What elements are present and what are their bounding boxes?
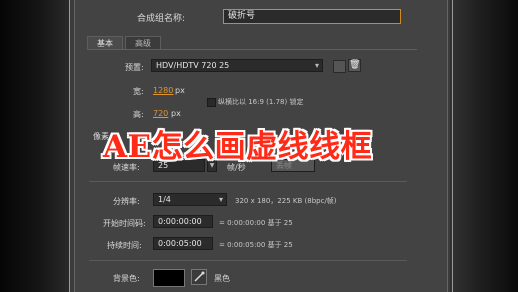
trash-icon[interactable]: 🗑 — [348, 59, 361, 72]
width-value[interactable]: 1280 — [153, 86, 173, 95]
resolution-select[interactable]: 1/4 ▾ — [153, 193, 227, 206]
tab-advanced[interactable]: 高级 — [125, 36, 161, 49]
tab-underline — [87, 49, 417, 50]
overlay-title: AE怎么画虚线线框 — [103, 129, 373, 165]
start-timecode-input[interactable]: 0:00:00:00 — [153, 215, 213, 228]
chevron-down-icon: ▾ — [218, 195, 223, 204]
resolution-value: 1/4 — [158, 195, 171, 204]
width-label: 宽: — [133, 87, 144, 96]
start-timecode-label: 开始时间码: — [103, 219, 146, 228]
frame-edge-left — [69, 0, 70, 292]
background-left — [0, 0, 70, 292]
preset-select[interactable]: HDV/HDTV 720 25 ▾ — [151, 59, 323, 72]
preset-label: 预置: — [125, 63, 144, 72]
duration-info: = 0:00:05:00 基于 25 — [219, 241, 293, 249]
duration-label: 持续时间: — [107, 241, 142, 250]
resolution-label: 分辨率: — [113, 197, 140, 206]
comp-name-input[interactable]: 破折号 — [223, 9, 401, 24]
background-right — [450, 0, 518, 292]
chevron-down-icon: ▾ — [314, 61, 319, 70]
height-value[interactable]: 720 — [153, 109, 168, 118]
resolution-info: 320 x 180，225 KB (8bpc/帧) — [235, 197, 337, 205]
lock-aspect-label: 纵横比以 16:9 (1.78) 锁定 — [218, 98, 304, 106]
height-label: 高: — [133, 110, 144, 119]
width-unit: px — [175, 86, 185, 95]
tab-basic[interactable]: 基本 — [87, 36, 123, 49]
height-unit: px — [171, 109, 181, 118]
background-color-label: 背景色: — [113, 274, 140, 283]
save-preset-icon[interactable] — [333, 60, 346, 73]
preset-value: HDV/HDTV 720 25 — [156, 61, 230, 70]
start-timecode-info: = 0:00:00:00 基于 25 — [219, 219, 293, 227]
divider — [89, 260, 407, 261]
background-color-swatch[interactable] — [153, 269, 185, 287]
background-color-name: 黑色 — [214, 274, 230, 283]
divider — [89, 181, 407, 182]
frame-edge-right — [452, 0, 453, 292]
comp-name-label: 合成组名称: — [137, 14, 186, 24]
duration-input[interactable]: 0:00:05:00 — [153, 237, 213, 250]
lock-aspect-checkbox[interactable] — [207, 98, 216, 107]
eyedropper-icon[interactable] — [191, 269, 207, 285]
